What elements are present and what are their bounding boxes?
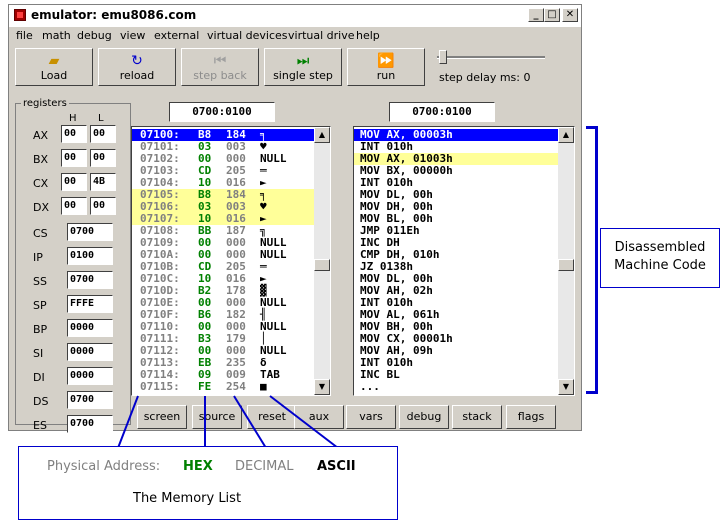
- hex-label: HEX: [183, 459, 213, 474]
- ascii-pointer-line: [269, 395, 339, 449]
- decimal-label: DECIMAL: [235, 459, 294, 474]
- decimal-pointer-line: [233, 395, 267, 449]
- address-pointer-line: [117, 395, 139, 449]
- memory-list-label: The Memory List: [133, 491, 242, 506]
- memory-list-annotation: Physical Address: HEX DECIMAL ASCII The …: [18, 446, 398, 520]
- ascii-label: ASCII: [317, 459, 356, 474]
- physical-address-label: Physical Address:: [47, 459, 161, 474]
